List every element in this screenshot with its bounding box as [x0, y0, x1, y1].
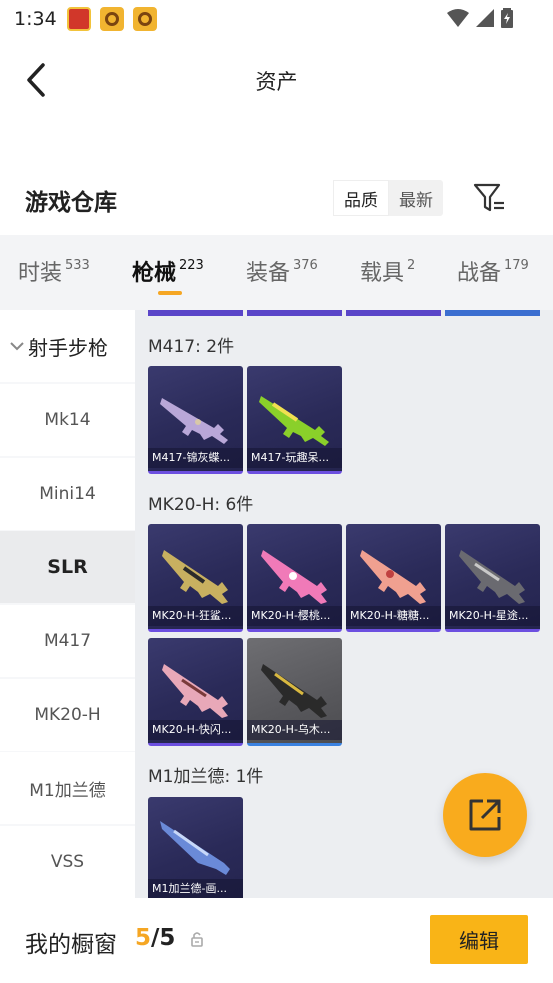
rifle-icon: [459, 550, 525, 604]
orange-app-icon: [132, 7, 157, 31]
showcase-current: 5: [135, 925, 152, 951]
sidebar-item-mini14[interactable]: Mini14: [0, 458, 135, 530]
tab-count: 179: [504, 258, 529, 273]
weapon-card[interactable]: MK20-H-糖糖...: [346, 524, 441, 632]
card-name: MK20-H-糖糖...: [346, 606, 441, 626]
tab-count: 2: [407, 258, 416, 273]
tab-supplies[interactable]: 战备 179: [457, 255, 529, 287]
showcase-bar: 我的橱窗 5/5 编辑: [0, 898, 553, 983]
sidebar-item-m1-garand[interactable]: M1加兰德: [0, 752, 135, 824]
card-name: MK20-H-乌木...: [247, 720, 342, 740]
tab-vehicles[interactable]: 载具 2: [360, 255, 415, 287]
showcase-label: 我的橱窗: [25, 932, 117, 958]
weapon-card[interactable]: MK20-H-樱桃...: [247, 524, 342, 632]
weapon-card[interactable]: M1加兰德-画...: [148, 797, 243, 898]
rifle-icon: [261, 664, 327, 718]
lock-icon: [191, 932, 203, 947]
filter-icon: [473, 183, 504, 212]
card-name: MK20-H-星途...: [445, 606, 540, 626]
rifle-icon: [261, 550, 327, 604]
card-name: M1加兰德-画...: [148, 879, 243, 898]
card-name: MK20-H-樱桃...: [247, 606, 342, 626]
sidebar-group-marksman[interactable]: 射手步枪: [0, 310, 135, 382]
edit-button[interactable]: 编辑: [430, 915, 528, 964]
tab-label: 战备: [457, 261, 502, 286]
status-bar: 1:34: [0, 0, 553, 38]
share-icon: [469, 799, 501, 831]
tab-firearms[interactable]: 枪械 223: [132, 255, 204, 287]
status-indicators: [447, 8, 513, 28]
tab-count: 376: [293, 258, 318, 273]
card-peek: [346, 310, 441, 316]
weapon-card[interactable]: MK20-H-快闪...: [148, 638, 243, 746]
tab-label: 枪械: [132, 261, 177, 286]
sort-latest-button[interactable]: 最新: [389, 180, 443, 216]
wifi-icon: [447, 9, 469, 27]
weapon-card[interactable]: M417-玩趣呆...: [247, 366, 342, 474]
card-name: MK20-H-狂鲨...: [148, 606, 243, 626]
rifle-icon: [259, 396, 329, 446]
game-app-icon: [66, 7, 91, 31]
tab-count: 223: [179, 258, 204, 273]
sidebar-item-m417[interactable]: M417: [0, 605, 135, 677]
sidebar-item-mk20h[interactable]: MK20-H: [0, 679, 135, 751]
tab-equipment[interactable]: 装备 376: [246, 255, 318, 287]
card-name: M417-玩趣呆...: [247, 448, 342, 468]
page-title: 资产: [255, 70, 298, 94]
active-tab-indicator: [158, 291, 182, 295]
rifle-icon: [160, 398, 228, 444]
chevron-down-icon: [10, 342, 24, 351]
tab-label: 装备: [246, 261, 291, 286]
section-title-m1-garand: M1加兰德: 1件: [148, 767, 264, 787]
rifle-icon: [360, 550, 426, 604]
sidebar-group-label: 射手步枪: [28, 335, 108, 360]
card-peek: [445, 310, 540, 316]
card-name: M417-锦灰蝶...: [148, 448, 243, 468]
filter-button[interactable]: [470, 180, 510, 216]
weapon-card[interactable]: MK20-H-狂鲨...: [148, 524, 243, 632]
category-tabs: 时装 533 枪械 223 装备 376 载具 2 战备 179: [0, 235, 553, 310]
showcase-total: 5: [159, 925, 176, 951]
tab-count: 533: [65, 258, 90, 273]
rifle-icon: [162, 664, 228, 718]
weapon-card[interactable]: M417-锦灰蝶...: [148, 366, 243, 474]
nav-header: 资产: [0, 50, 553, 110]
orange-app-icon: [99, 7, 124, 31]
card-name: MK20-H-快闪...: [148, 720, 243, 740]
tab-fashion[interactable]: 时装 533: [18, 255, 90, 287]
section-title-mk20h: MK20-H: 6件: [148, 495, 254, 515]
showcase-count: 5/5: [135, 925, 175, 951]
sidebar-item-vss[interactable]: VSS: [0, 826, 135, 898]
sidebar-item-mk14[interactable]: Mk14: [0, 384, 135, 456]
warehouse-title: 游戏仓库: [25, 190, 117, 216]
card-peek: [148, 310, 243, 316]
section-title-m417: M417: 2件: [148, 337, 235, 357]
status-time: 1:34: [14, 8, 57, 30]
rifle-icon: [160, 821, 230, 875]
weapon-card[interactable]: MK20-H-星途...: [445, 524, 540, 632]
battery-icon: [501, 8, 513, 28]
signal-icon: [476, 9, 494, 27]
sort-quality-button[interactable]: 品质: [333, 180, 389, 216]
rifle-icon: [162, 550, 228, 604]
tab-label: 时装: [18, 261, 63, 286]
share-fab-button[interactable]: [443, 773, 527, 857]
sidebar-item-slr[interactable]: SLR: [0, 531, 135, 603]
weapon-sidebar: 射手步枪 Mk14 Mini14 SLR M417 MK20-H M1加兰德 V…: [0, 310, 135, 898]
weapon-card[interactable]: MK20-H-乌木...: [247, 638, 342, 746]
tab-label: 载具: [360, 261, 405, 286]
card-peek: [247, 310, 342, 316]
sort-toggle: 品质 最新: [333, 180, 443, 216]
